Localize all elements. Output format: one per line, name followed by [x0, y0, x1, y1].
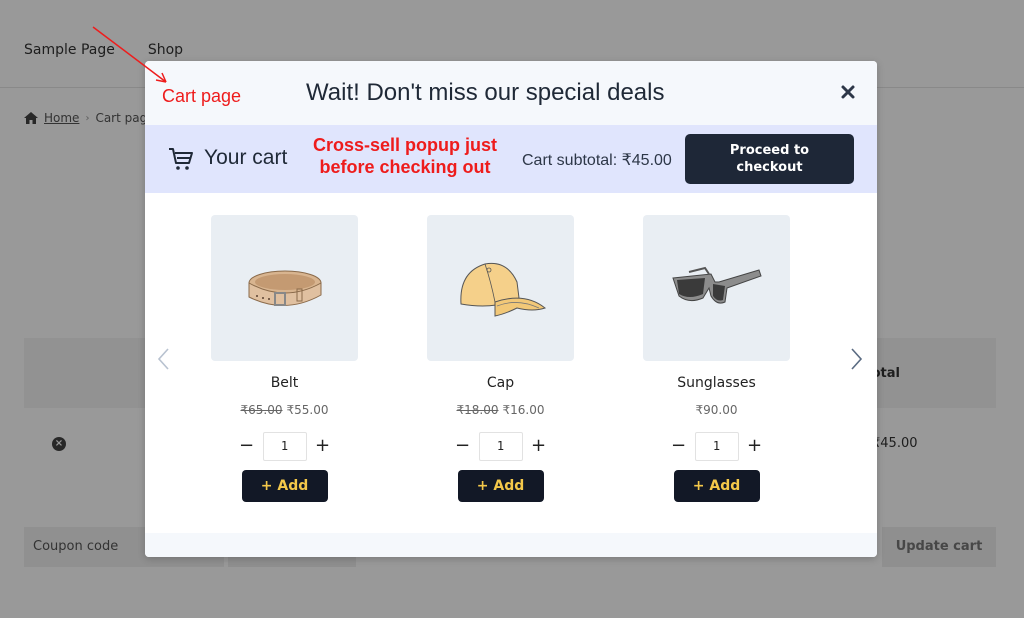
modal-footer [145, 533, 877, 557]
product-image-cap[interactable] [427, 215, 574, 361]
cap-icon [459, 262, 546, 317]
carousel-prev-icon[interactable] [156, 347, 172, 371]
add-to-cart-button[interactable]: + Add [241, 470, 328, 502]
carousel-next-icon[interactable] [848, 347, 864, 371]
product-card-cap: Cap ₹18.00₹16.00 − + + Add [427, 215, 574, 502]
product-image-sunglasses[interactable] [643, 215, 790, 361]
qty-decrease-button[interactable]: − [455, 437, 471, 455]
cross-sell-modal: Wait! Don't miss our special deals Your … [145, 61, 877, 557]
quantity-stepper: − + [643, 431, 790, 461]
your-cart-label: Your cart [204, 146, 288, 169]
quantity-stepper: − + [427, 431, 574, 461]
product-price: ₹65.00 ₹55.00 [211, 403, 358, 419]
product-old-price: ₹65.00 [240, 403, 283, 417]
cart-subtotal: Cart subtotal: ₹45.00 [522, 152, 672, 169]
qty-decrease-button[interactable]: − [239, 437, 255, 455]
qty-input[interactable] [694, 431, 739, 461]
sunglasses-icon [671, 266, 762, 304]
qty-increase-button[interactable]: + [531, 437, 547, 455]
annotation-cross-sell: Cross-sell popup just before checking ou… [312, 135, 498, 177]
qty-increase-button[interactable]: + [315, 437, 331, 455]
product-card-belt: Belt ₹65.00₹55.00 − + + Add [211, 215, 358, 502]
add-to-cart-button[interactable]: + Add [457, 470, 544, 502]
qty-input[interactable] [262, 431, 307, 461]
modal-header: Wait! Don't miss our special deals [145, 61, 877, 125]
product-image-belt[interactable] [211, 215, 358, 361]
product-name[interactable]: Cap [427, 375, 574, 395]
qty-input[interactable] [478, 431, 523, 461]
add-to-cart-button[interactable]: + Add [673, 470, 760, 502]
close-icon[interactable] [839, 83, 857, 101]
product-price-value: ₹90.00 [695, 403, 738, 417]
cart-icon [169, 148, 193, 170]
qty-decrease-button[interactable]: − [671, 437, 687, 455]
annotation-cart-page: Cart page [162, 86, 242, 106]
proceed-to-checkout-button[interactable]: Proceed to checkout [685, 134, 854, 184]
cart-summary-bar: Your cart Cart subtotal: ₹45.00 Proceed … [145, 125, 877, 193]
qty-increase-button[interactable]: + [747, 437, 763, 455]
product-carousel: Belt ₹65.00₹55.00 − + + Add [145, 193, 877, 533]
modal-title: Wait! Don't miss our special deals [306, 79, 665, 106]
quantity-stepper: − + [211, 431, 358, 461]
product-card-sunglasses: Sunglasses ₹90.00 − + + Add [643, 215, 790, 502]
product-sale-price: ₹16.00 [502, 403, 545, 417]
belt-icon [248, 270, 321, 306]
product-name[interactable]: Sunglasses [643, 375, 790, 395]
product-sale-price: ₹55.00 [286, 403, 329, 417]
product-price: ₹18.00 ₹16.00 [427, 403, 574, 419]
product-old-price: ₹18.00 [456, 403, 499, 417]
product-price: ₹90.00 [643, 403, 790, 419]
product-name[interactable]: Belt [211, 375, 358, 395]
